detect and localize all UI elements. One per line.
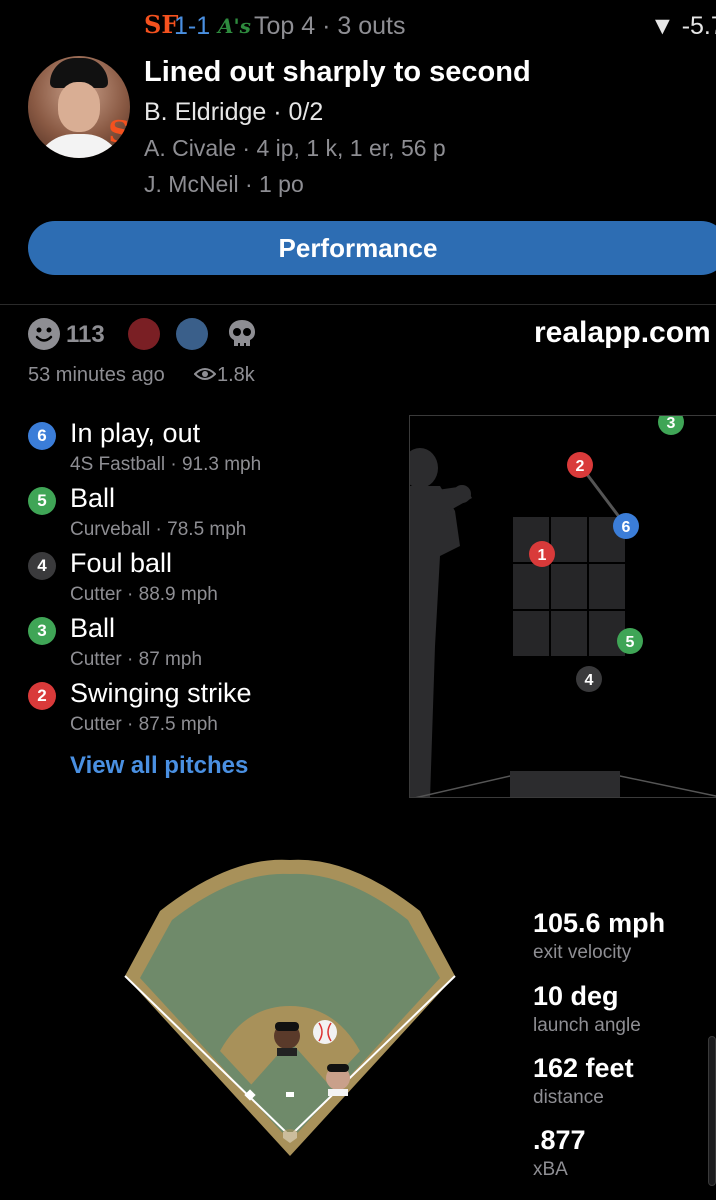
pitch-detail: Cutter · 87.5 mph [70, 714, 218, 735]
red-reaction-icon[interactable] [128, 318, 160, 350]
reaction-count: 113 [66, 321, 105, 348]
pitch-number-badge: 5 [28, 487, 56, 515]
inning-status: Top 4 · 3 outs [254, 12, 406, 40]
svg-text:1: 1 [538, 547, 547, 564]
zone-pitch-marker[interactable]: 3 [658, 416, 684, 435]
home-plate [415, 771, 716, 797]
ball-landing-icon [313, 1020, 337, 1044]
batter-line[interactable]: B. Eldridge · 0/2 [144, 98, 323, 127]
pitch-item[interactable]: 4 Foul ball Cutter · 88.9 mph [28, 548, 378, 608]
athletics-logo: A's [218, 14, 251, 38]
fielder-line[interactable]: J. McNeil · 1 po [144, 171, 304, 198]
site-watermark: realapp.com [534, 316, 711, 349]
play-headline: Lined out sharply to second [144, 56, 531, 88]
pitch-result: Swinging strike [70, 678, 252, 708]
face-shape [58, 82, 100, 132]
pitch-detail: Curveball · 78.5 mph [70, 519, 247, 540]
skull-reaction-icon[interactable] [226, 318, 258, 350]
stat-label: xBA [533, 1159, 568, 1180]
pitch-item[interactable]: 2 Swinging strike Cutter · 87.5 mph [28, 678, 378, 738]
zone-pitch-marker[interactable]: 6 [613, 513, 639, 539]
fielder-marker[interactable] [326, 1064, 350, 1096]
svg-text:2: 2 [576, 458, 585, 475]
scroll-indicator[interactable] [708, 1036, 716, 1186]
stat-label: distance [533, 1087, 604, 1108]
divider [0, 304, 716, 305]
pitch-number-badge: 2 [28, 682, 56, 710]
pitch-result: In play, out [70, 418, 201, 448]
svg-text:5: 5 [626, 634, 635, 651]
pitch-item[interactable]: 5 Ball Curveball · 78.5 mph [28, 483, 378, 543]
blue-reaction-icon[interactable] [176, 318, 208, 350]
pitch-item[interactable]: 3 Ball Cutter · 87 mph [28, 613, 378, 673]
pitch-item[interactable]: 6 In play, out 4S Fastball · 91.3 mph [28, 418, 378, 478]
pitch-number-badge: 3 [28, 617, 56, 645]
eye-icon [193, 366, 217, 382]
pitch-result: Foul ball [70, 548, 173, 578]
zone-pitch-marker[interactable]: 5 [617, 628, 643, 654]
batter-silhouette [410, 448, 472, 797]
svg-text:6: 6 [622, 519, 631, 536]
stat-value: 105.6 mph [533, 908, 666, 938]
stat-label: launch angle [533, 1015, 641, 1036]
pitch-result: Ball [70, 483, 116, 513]
zone-grid [513, 517, 625, 656]
strike-zone-panel: 1 2 3 4 5 6 [409, 415, 716, 798]
view-all-pitches-link[interactable]: View all pitches [70, 752, 248, 780]
spray-chart-field [120, 856, 460, 1176]
pitch-number-badge: 6 [28, 422, 56, 450]
stat-value: 162 feet [533, 1053, 634, 1083]
svg-text:3: 3 [667, 416, 676, 432]
zone-pitch-marker[interactable]: 4 [576, 666, 602, 692]
game-score: 1-1 [174, 12, 211, 40]
batter-avatar: S [28, 56, 130, 158]
pitcher-line[interactable]: A. Civale · 4 ip, 1 k, 1 er, 56 p [144, 135, 446, 162]
stat-value: 10 deg [533, 981, 619, 1011]
pitch-detail: Cutter · 87 mph [70, 649, 203, 670]
team-badge-icon: S [108, 115, 130, 150]
pitch-detail: 4S Fastball · 91.3 mph [70, 454, 262, 475]
fielder-marker[interactable] [274, 1022, 300, 1056]
post-time: 53 minutes ago [28, 364, 165, 386]
performance-button[interactable]: Performance [28, 221, 716, 275]
pitch-detail: Cutter · 88.9 mph [70, 584, 218, 605]
svg-text:4: 4 [585, 672, 594, 689]
smile-reaction-icon[interactable] [28, 318, 60, 350]
zone-pitch-marker[interactable]: 1 [529, 541, 555, 567]
pitch-result: Ball [70, 613, 116, 643]
pitch-number-badge: 4 [28, 552, 56, 580]
stat-value: .877 [533, 1125, 586, 1155]
win-probability: ▼ -5.7 [650, 12, 716, 40]
view-count: 1.8k [217, 364, 255, 386]
zone-pitch-marker[interactable]: 2 [567, 452, 593, 478]
stat-label: exit velocity [533, 942, 632, 963]
